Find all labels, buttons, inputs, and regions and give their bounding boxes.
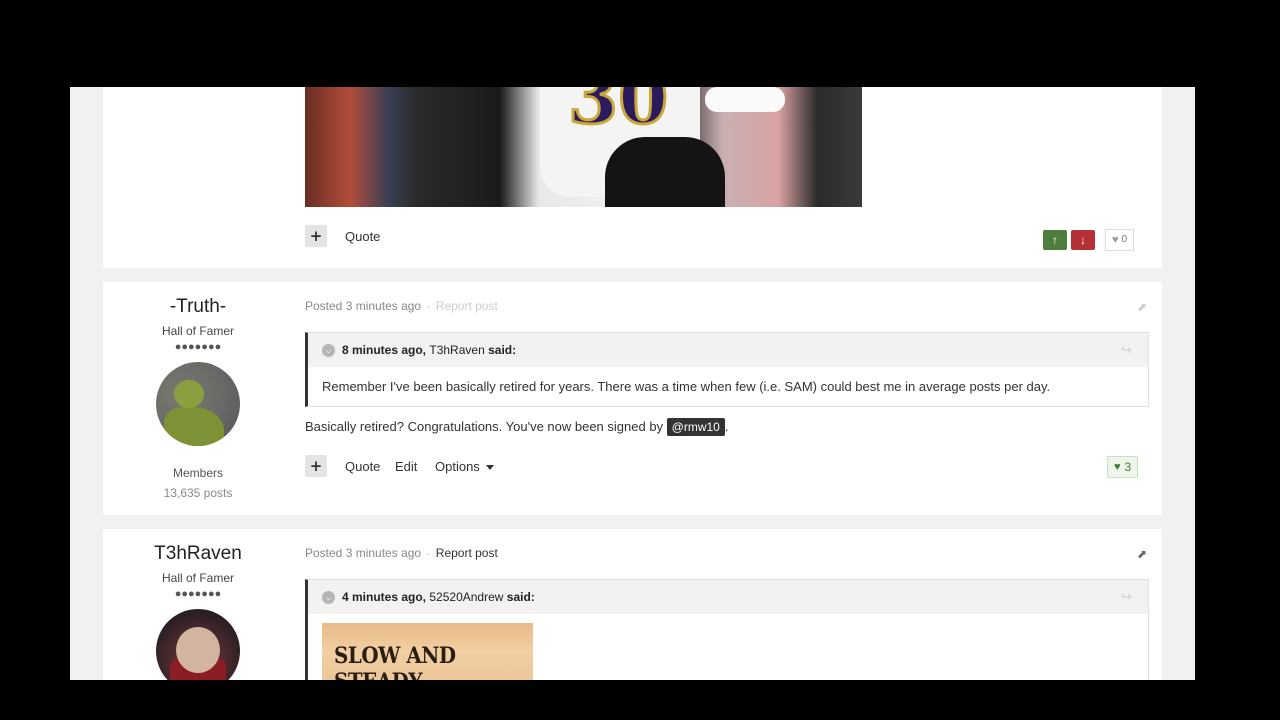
share-icon[interactable]: ⬈ <box>1137 547 1147 561</box>
view-quote-arrow-icon[interactable]: ↪ <box>1121 342 1132 358</box>
options-dropdown[interactable]: Options <box>435 459 494 474</box>
meta-separator: · <box>426 299 431 313</box>
quote-author[interactable]: 52520Andrew <box>429 590 503 604</box>
chevron-down-icon[interactable]: ⌵ <box>322 343 335 357</box>
author-name[interactable]: -Truth- <box>103 296 293 318</box>
reputation-box: ↑ ↓ ♥ 0 <box>1043 229 1135 251</box>
quote-time: 8 minutes ago, <box>342 343 427 357</box>
downvote-button[interactable]: ↓ <box>1071 230 1095 250</box>
report-post-link[interactable]: Report post <box>436 546 498 560</box>
forum-post: 30 + Quote ↑ ↓ ♥ 0 <box>103 87 1162 268</box>
quote-link[interactable]: Quote <box>345 459 380 474</box>
posted-label: Posted <box>305 546 343 560</box>
quoted-image-text: SLOW AND STEADY <box>334 643 456 680</box>
like-count-badge[interactable]: ♥ 3 <box>1107 456 1139 478</box>
quote-time: 4 minutes ago, <box>342 590 427 604</box>
post-body-text: Basically retired? Congratulations. You'… <box>305 419 667 434</box>
author-group: Members <box>172 466 223 480</box>
avatar[interactable] <box>156 609 240 680</box>
post-time[interactable]: 3 minutes ago <box>346 546 421 560</box>
author-panel: T3hRaven Hall of Famer ●●●●●●● <box>103 529 293 680</box>
forum-viewport: 30 + Quote ↑ ↓ ♥ 0 -Truth- Hall of Famer… <box>70 87 1195 680</box>
embedded-football-photo: 30 <box>305 87 862 207</box>
options-label: Options <box>435 459 480 474</box>
meta-separator: · <box>426 546 431 560</box>
arrow-down-icon: ↓ <box>1080 233 1086 247</box>
like-count: 0 <box>1121 234 1128 245</box>
quote-block: ⌵ 4 minutes ago, 52520Andrew said: ↪ SLO… <box>305 579 1149 680</box>
quoted-image: SLOW AND STEADY <box>322 623 533 680</box>
quote-said: said: <box>488 343 517 357</box>
forum-post: T3hRaven Hall of Famer ●●●●●●● Posted 3 … <box>103 529 1162 680</box>
post-time[interactable]: 3 minutes ago <box>346 299 421 313</box>
avatar[interactable] <box>156 362 240 446</box>
caret-down-icon <box>485 465 494 471</box>
view-quote-arrow-icon[interactable]: ↪ <box>1121 589 1132 605</box>
author-name[interactable]: T3hRaven <box>103 543 293 565</box>
chevron-down-icon[interactable]: ⌵ <box>322 590 335 604</box>
multiquote-plus-button[interactable]: + <box>305 455 327 477</box>
quote-block: ⌵ 8 minutes ago, T3hRaven said: ↪ Rememb… <box>305 332 1149 407</box>
author-rank: Hall of Famer <box>161 324 235 338</box>
user-mention[interactable]: @rmw10 <box>666 418 725 436</box>
forum-post: -Truth- Hall of Famer ●●●●●●● Members 13… <box>103 282 1162 515</box>
heart-icon: ♥ <box>1112 234 1119 246</box>
multiquote-plus-button[interactable]: + <box>305 225 327 247</box>
upvote-button[interactable]: ↑ <box>1043 230 1067 250</box>
rank-pips: ●●●●●●● <box>174 341 222 353</box>
heart-icon: ♥ <box>1114 461 1121 473</box>
author-post-count: 13,635 posts <box>163 486 233 500</box>
post-body: Basically retired? Congratulations. You'… <box>305 418 729 436</box>
report-post-link[interactable]: Report post <box>436 299 498 313</box>
share-icon[interactable]: ⬈ <box>1137 300 1147 314</box>
author-panel: -Truth- Hall of Famer ●●●●●●● Members 13… <box>103 282 293 500</box>
quote-link[interactable]: Quote <box>345 229 380 244</box>
quote-author[interactable]: T3hRaven <box>429 343 484 357</box>
quote-said: said: <box>506 590 535 604</box>
post-meta: Posted 3 minutes ago · Report post <box>305 546 498 560</box>
edit-link[interactable]: Edit <box>395 459 417 474</box>
rank-pips: ●●●●●●● <box>174 588 222 600</box>
posted-label: Posted <box>305 299 343 313</box>
author-rank: Hall of Famer <box>161 571 235 585</box>
like-count-badge[interactable]: ♥ 0 <box>1105 229 1135 251</box>
arrow-up-icon: ↑ <box>1052 233 1058 247</box>
post-meta: Posted 3 minutes ago · Report post <box>305 299 498 313</box>
post-body-end: . <box>724 419 729 434</box>
quote-text: Remember I've been basically retired for… <box>322 379 1051 394</box>
like-count: 3 <box>1124 460 1132 474</box>
quote-header: ⌵ 8 minutes ago, T3hRaven said: ↪ <box>308 333 1148 367</box>
quote-header: ⌵ 4 minutes ago, 52520Andrew said: ↪ <box>308 580 1148 614</box>
